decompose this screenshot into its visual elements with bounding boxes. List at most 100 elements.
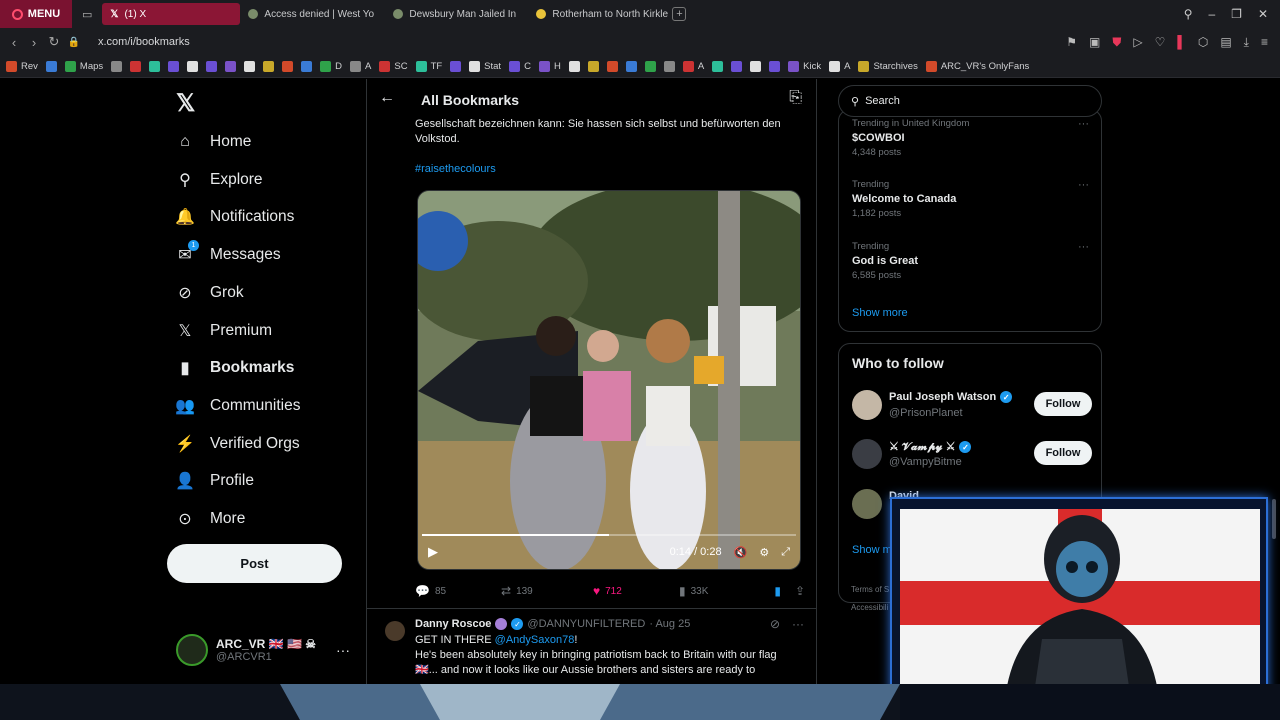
download-icon[interactable]: ⤓ [1244, 35, 1249, 50]
footer-link[interactable]: Terms of S [851, 585, 889, 594]
bookmark-item[interactable] [263, 61, 275, 72]
post-button[interactable]: Post [167, 544, 342, 583]
bookmark-item[interactable] [149, 61, 161, 72]
bookmark-item[interactable]: Starchives [858, 61, 918, 72]
snapshot-icon[interactable]: ▣ [1089, 35, 1100, 50]
bookmark-item[interactable]: C [509, 61, 531, 72]
tab-x[interactable]: 𝕏 (1) X [102, 3, 241, 25]
new-bookmark-folder-icon[interactable]: ⎘ [789, 89, 802, 107]
more-dots-icon[interactable]: ··· [1078, 241, 1089, 253]
follow-suggestion[interactable]: Paul Joseph Watson ✓ @PrisonPlanet Follow [852, 388, 1092, 424]
tab-access-denied[interactable]: Access denied | West Yo [240, 3, 385, 25]
bookmark-item[interactable] [282, 61, 294, 72]
bookmark-item[interactable] [45, 61, 57, 72]
tab-rotherham[interactable]: Rotherham to North Kirkle [528, 3, 668, 25]
sidebar-item-premium[interactable]: 𝕏 Premium [176, 322, 272, 340]
footer-link[interactable]: Accessibili [851, 603, 888, 612]
menu-icon[interactable]: ≡ [1261, 35, 1268, 50]
bookmark-item[interactable] [168, 61, 180, 72]
bookmark-item[interactable] [750, 61, 762, 72]
sidebar-item-bookmarks[interactable]: ▮ Bookmarks [176, 359, 295, 377]
bookmark-item[interactable] [663, 61, 675, 72]
bookmark-item[interactable] [111, 61, 123, 72]
bookmark-item[interactable] [587, 61, 599, 72]
search-tabs-icon[interactable]: ⚲ [1184, 7, 1193, 21]
bookmark-item[interactable] [130, 61, 142, 72]
extensions-icon[interactable]: ⬡ [1198, 35, 1208, 50]
bookmark-item[interactable] [244, 61, 256, 72]
repost-button[interactable]: ⇄ 139 [501, 584, 593, 598]
avatar[interactable] [385, 621, 405, 641]
bookmark-item[interactable] [225, 61, 237, 72]
minimize-icon[interactable]: – [1208, 7, 1215, 21]
bookmark-item[interactable] [769, 61, 781, 72]
bookmark-item[interactable]: A [350, 61, 371, 72]
heart-icon[interactable]: ♡ [1155, 35, 1166, 50]
bookmark-item[interactable]: H [538, 61, 561, 72]
author-handle[interactable]: @DANNYUNFILTERED [527, 618, 645, 630]
bookmark-item[interactable]: Kick [788, 61, 821, 72]
x-logo-icon[interactable]: 𝕏 [176, 89, 195, 118]
new-tab-icon[interactable]: + [672, 7, 687, 21]
trend-item[interactable]: Trending in United Kingdom $COWBOI 4,348… [852, 118, 969, 158]
more-dots-icon[interactable]: ··· [1078, 179, 1089, 191]
bookmark-item[interactable] [301, 61, 313, 72]
wallet-icon[interactable]: ▤ [1220, 35, 1231, 50]
sidebar-item-communities[interactable]: 👥 Communities [175, 397, 300, 415]
follow-button[interactable]: Follow [1034, 441, 1092, 465]
bookmark-item[interactable]: A [829, 61, 850, 72]
opera-menu-button[interactable]: MENU [0, 0, 72, 28]
bookmark-item[interactable] [187, 61, 199, 72]
bookmark-item[interactable]: Rev [6, 61, 38, 72]
close-icon[interactable]: ✕ [1258, 7, 1268, 21]
bookmark-item[interactable]: Maps [64, 61, 103, 72]
more-dots-icon[interactable]: ··· [792, 617, 804, 631]
show-more-link[interactable]: Show m [852, 544, 892, 556]
reload-icon[interactable]: ↻ [44, 34, 64, 50]
like-button[interactable]: ♥ 712 [593, 584, 679, 598]
sidebar-item-explore[interactable]: ⚲ Explore [176, 171, 262, 189]
show-more-link[interactable]: Show more [852, 307, 908, 319]
back-icon[interactable]: ‹ [4, 35, 24, 50]
more-dots-icon[interactable]: ··· [1078, 118, 1089, 130]
bookmark-item[interactable]: ARC_VR's OnlyFans [925, 61, 1029, 72]
play-icon[interactable]: ▶ [428, 544, 438, 560]
forward-icon[interactable]: › [24, 35, 44, 50]
restore-icon[interactable]: ❐ [1231, 7, 1242, 21]
mute-icon[interactable]: 🔇 [734, 546, 748, 559]
bookmark-item[interactable]: D [320, 61, 342, 72]
tab-islands-icon[interactable]: ▭ [82, 8, 92, 21]
video-player[interactable]: ▶ 0:14 / 0:28 🔇 ⚙ ⤢ [417, 190, 801, 570]
pin-icon[interactable]: ⚑ [1066, 35, 1077, 50]
sidebar-item-verified-orgs[interactable]: ⚡ Verified Orgs [175, 435, 300, 453]
bookmark-item[interactable]: SC [379, 61, 408, 72]
more-dots-icon[interactable]: ··· [336, 642, 350, 658]
shield-icon[interactable]: ⛊ [1112, 35, 1121, 50]
bookmark-item[interactable]: A [682, 61, 704, 72]
settings-icon[interactable]: ⚙ [759, 546, 769, 559]
sidebar-item-messages[interactable]: ✉ 1 Messages [176, 240, 281, 264]
tweet-date[interactable]: · Aug 25 [649, 618, 690, 630]
bookmark-item[interactable]: Stat [469, 61, 501, 72]
sidebar-item-home[interactable]: ⌂ Home [176, 133, 251, 151]
play-icon[interactable]: ▷ [1133, 35, 1142, 50]
trend-item[interactable]: Trending God is Great 6,585 posts [852, 241, 918, 281]
back-arrow-icon[interactable]: ← [379, 89, 395, 107]
views-button[interactable]: ▮ 33K [679, 584, 769, 598]
sidebar-item-notifications[interactable]: 🔔 Notifications [175, 208, 294, 226]
fullscreen-icon[interactable]: ⤢ [781, 546, 790, 559]
bookmark-item[interactable] [568, 61, 580, 72]
sidebar-item-grok[interactable]: ⊘ Grok [176, 284, 243, 302]
mention-link[interactable]: @AndySaxon78 [495, 634, 575, 646]
bookmark-item[interactable] [731, 61, 743, 72]
scrollbar[interactable] [1272, 499, 1276, 539]
tab-dewsbury[interactable]: Dewsbury Man Jailed In [385, 3, 528, 25]
author-name[interactable]: Danny Roscoe [415, 618, 491, 630]
easy-setup-icon[interactable]: ▌ [1177, 35, 1186, 50]
hashtag-link[interactable]: #raisethecolours [415, 163, 496, 175]
url-field[interactable]: x.com/i/bookmarks [98, 36, 190, 48]
bookmark-item[interactable]: TF [415, 61, 442, 72]
reply-button[interactable]: 💬 85 [415, 584, 501, 598]
sidebar-item-profile[interactable]: 👤 Profile [175, 472, 254, 490]
search-input[interactable]: ⚲ Search [838, 85, 1102, 117]
